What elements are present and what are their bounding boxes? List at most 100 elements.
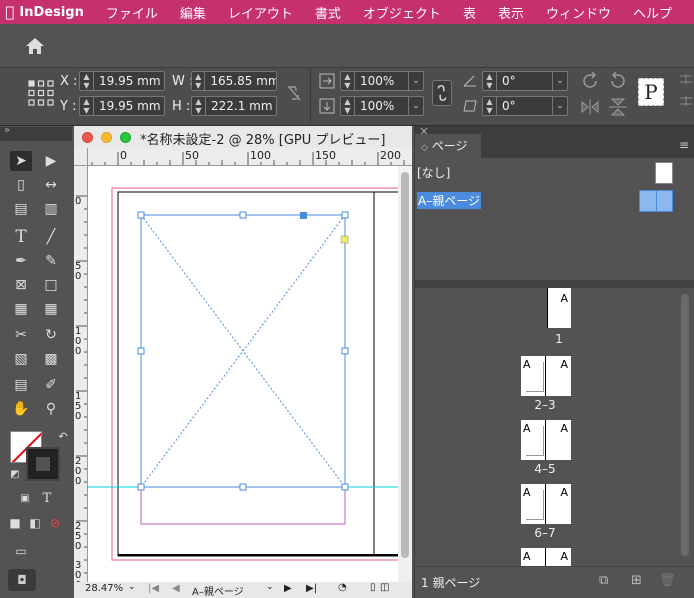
scale-x-stepper[interactable]: ▲ ▼ [341,72,355,90]
panel-divider[interactable] [415,280,694,288]
h-field[interactable]: ▲ ▼ 222.1 mm [191,96,277,116]
zoom-icon[interactable] [120,132,131,143]
content-collector-icon[interactable]: ▤ [10,199,32,219]
zoom-level[interactable]: 28.47% [85,583,123,594]
previous-page-icon[interactable]: ◀ [172,583,180,594]
zoom-tool-icon[interactable]: ⚲ [40,399,62,419]
menu-type[interactable]: 書式 [315,3,341,22]
page-thumb-1[interactable]: A [547,288,571,328]
eyedropper-tool-icon[interactable]: ✐ [40,375,62,395]
y-field[interactable]: ▲ ▼ 19.95 mm [79,96,165,116]
apple-icon[interactable]:  [0,3,19,21]
menu-app[interactable]: InDesign [19,5,83,20]
apply-gradient-icon[interactable]: ◧ [24,513,46,533]
scrollbar-thumb[interactable] [401,172,409,558]
menu-file[interactable]: ファイル [106,3,158,22]
tab-pages[interactable]: ◇ ページ [415,134,481,158]
split-window-icon[interactable]: ◫ [380,582,389,593]
constrain-proportions-icon[interactable] [286,84,302,102]
pages-scrollbar[interactable] [681,294,689,556]
formatting-container-icon[interactable]: ▣ [14,489,36,509]
pasteboard[interactable] [88,166,398,582]
flip-horizontal-icon[interactable] [580,98,600,116]
selection-tool-icon[interactable]: ➤ [10,151,32,171]
apply-color-icon[interactable]: ■ [4,513,26,533]
collapse-icon[interactable]: » [4,125,10,136]
formatting-text-icon[interactable]: T [36,489,58,509]
grid-tool-icon[interactable]: ▦ [40,299,62,319]
menu-view[interactable]: 表示 [498,3,524,22]
vertical-scrollbar[interactable] [398,166,412,582]
menu-object[interactable]: オブジェクト [363,3,441,22]
scissors-tool-icon[interactable]: ✂ [10,325,32,345]
shear-field[interactable]: ▲ ▼ 0° ⌄ [482,96,568,116]
flip-vertical-icon[interactable] [608,98,628,116]
view-mode-icon[interactable]: ◘ [8,569,36,591]
chevron-down-icon[interactable]: ⌄ [552,72,567,90]
stroke-swatch[interactable] [26,447,60,481]
page-select[interactable]: A–親ページ [192,583,244,598]
note-tool-icon[interactable]: ▤ [10,375,32,395]
pencil-tool-icon[interactable]: ✎ [40,251,62,271]
reference-point-p-icon[interactable]: P [638,78,664,106]
default-colors-icon[interactable]: ◩ [4,465,26,485]
master-none-label[interactable]: [なし] [417,164,450,181]
apply-none-icon[interactable]: ⊘ [44,513,66,533]
hand-tool-icon[interactable]: ✋ [10,399,32,419]
menu-window[interactable]: ウィンドウ [546,3,611,22]
master-a-label[interactable]: A–親ページ [417,192,481,209]
h-stepper[interactable]: ▲ ▼ [192,97,206,115]
spread-thumb-8-9[interactable]: A A [521,548,571,566]
edit-page-size-icon[interactable]: ⧉ [599,573,608,588]
x-field[interactable]: ▲ ▼ 19.95 mm [79,71,165,91]
menu-layout[interactable]: レイアウト [228,3,293,22]
menu-help[interactable]: ヘルプ [633,3,672,22]
page-tool-icon[interactable]: ▯ [10,175,32,195]
rotate-ccw-icon[interactable] [608,71,628,91]
spread-thumb-2-3[interactable]: A A [521,356,571,396]
content-placer-icon[interactable]: ▥ [40,199,62,219]
home-icon[interactable] [24,36,46,56]
spread-thumb-4-5[interactable]: A A [521,420,571,460]
x-stepper[interactable]: ▲ ▼ [80,72,94,90]
panel-menu-icon[interactable]: ≡ [679,138,689,152]
menu-table[interactable]: 表 [463,3,476,22]
reference-point-icon[interactable] [28,80,54,106]
line-tool-icon[interactable]: ╱ [40,227,62,247]
swap-icon[interactable]: ↶ [52,427,74,447]
gradient-swatch-tool-icon[interactable]: ▧ [10,349,32,369]
vertical-ruler[interactable]: 0 50 100 150 200 250 300 [74,166,88,582]
free-transform-tool-icon[interactable]: ↻ [40,325,62,345]
next-page-icon[interactable]: ▶ [284,583,292,594]
table-tool-icon[interactable]: ▦ [10,299,32,319]
horizontal-ruler[interactable]: 0 50 100 150 200 [88,148,412,166]
rotate-cw-icon[interactable] [580,71,600,91]
rectangle-tool-icon[interactable]: □ [40,275,62,295]
scale-y-stepper[interactable]: ▲ ▼ [341,97,355,115]
chevron-down-icon[interactable]: ⌄ [128,582,136,592]
chevron-down-icon[interactable]: ⌄ [408,97,423,115]
shear-stepper[interactable]: ▲ ▼ [483,97,497,115]
minimize-icon[interactable] [101,132,112,143]
rotate-stepper[interactable]: ▲ ▼ [483,72,497,90]
menu-edit[interactable]: 編集 [180,3,206,22]
w-stepper[interactable]: ▲ ▼ [192,72,206,90]
scale-x-field[interactable]: ▲ ▼ 100% ⌄ [340,71,424,91]
ruler-origin[interactable] [74,148,88,166]
first-page-icon[interactable]: |◀ [148,583,159,594]
scale-y-field[interactable]: ▲ ▼ 100% ⌄ [340,96,424,116]
master-a-thumb[interactable] [639,190,673,212]
close-icon[interactable] [82,132,93,143]
type-tool-icon[interactable]: T [10,227,32,247]
chevron-down-icon[interactable]: ⌄ [552,97,567,115]
link-icon[interactable] [432,80,452,106]
align-icons[interactable] [676,72,694,116]
gap-tool-icon[interactable]: ↔ [40,175,62,195]
rotate-field[interactable]: ▲ ▼ 0° ⌄ [482,71,568,91]
open-page-icon[interactable]: ▯ [370,582,376,593]
w-field[interactable]: ▲ ▼ 165.85 mm [191,71,277,91]
direct-selection-tool-icon[interactable]: ▶ [40,151,62,171]
preflight-icon[interactable]: ◔ [338,582,347,593]
spread-thumb-6-7[interactable]: A A [521,484,571,524]
new-page-icon[interactable]: ⊞ [631,573,642,588]
